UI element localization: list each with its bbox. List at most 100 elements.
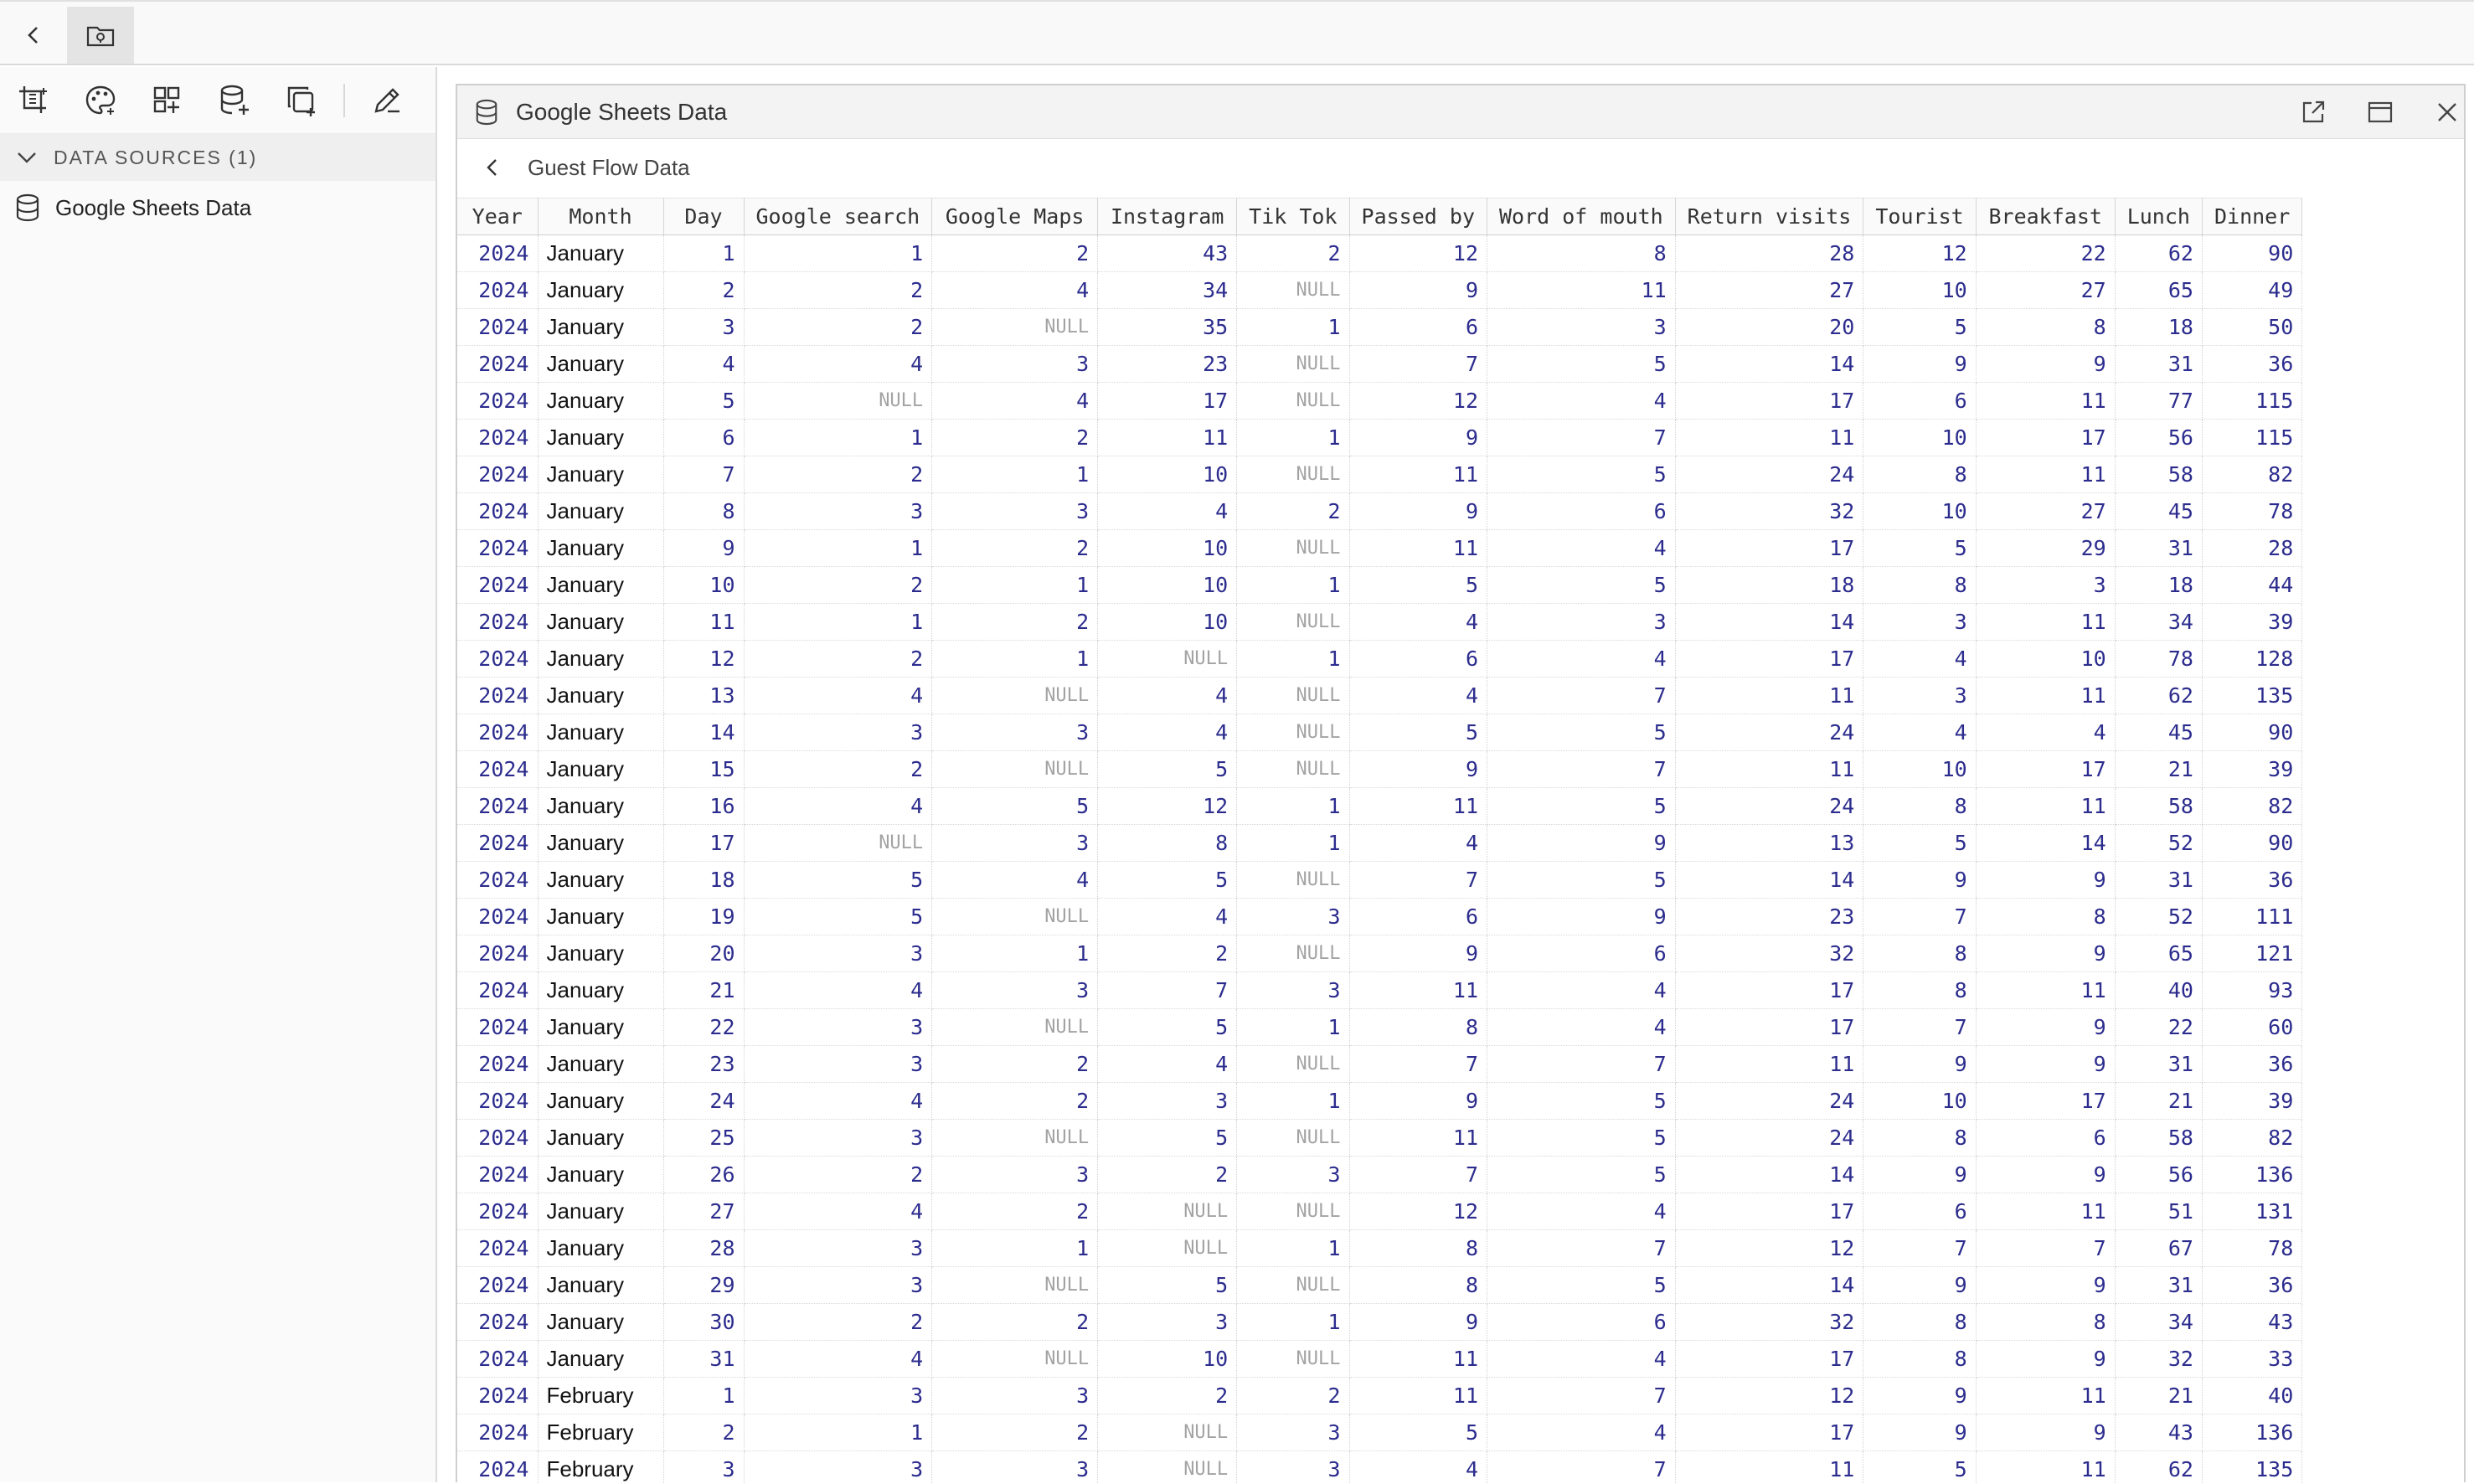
table-cell[interactable]: 31: [2115, 1267, 2202, 1304]
table-cell[interactable]: 5: [1487, 1157, 1676, 1193]
table-cell[interactable]: 115: [2202, 383, 2301, 420]
table-cell[interactable]: 2024: [457, 1267, 538, 1304]
table-cell[interactable]: 2024: [457, 1193, 538, 1230]
column-header[interactable]: Lunch: [2115, 198, 2202, 235]
column-header[interactable]: Month: [538, 198, 663, 235]
table-cell[interactable]: 1: [1237, 309, 1349, 346]
table-cell[interactable]: 1: [1237, 1230, 1349, 1267]
table-cell[interactable]: 10: [1863, 751, 1976, 788]
table-cell[interactable]: 11: [1976, 788, 2115, 825]
table-cell[interactable]: 9: [1976, 935, 2115, 972]
table-cell[interactable]: 40: [2202, 1378, 2301, 1414]
table-cell[interactable]: 82: [2202, 456, 2301, 493]
table-cell[interactable]: 2024: [457, 1414, 538, 1451]
table-cell[interactable]: 11: [1349, 788, 1487, 825]
table-cell[interactable]: 1: [932, 641, 1098, 678]
table-cell[interactable]: 7: [1487, 1046, 1676, 1083]
table-cell[interactable]: 2: [1237, 235, 1349, 272]
table-cell[interactable]: 2024: [457, 1120, 538, 1157]
table-cell[interactable]: 10: [1098, 604, 1237, 641]
table-cell[interactable]: 33: [2202, 1341, 2301, 1378]
table-cell[interactable]: NULL: [1237, 456, 1349, 493]
table-cell[interactable]: 3: [744, 493, 932, 530]
data-sources-section-header[interactable]: DATA SOURCES (1): [0, 134, 436, 181]
table-cell[interactable]: 8: [1349, 1267, 1487, 1304]
table-cell[interactable]: January: [538, 641, 663, 678]
table-cell[interactable]: 51: [2115, 1193, 2202, 1230]
table-cell[interactable]: 12: [1349, 1193, 1487, 1230]
table-cell[interactable]: NULL: [1237, 383, 1349, 420]
table-cell[interactable]: 4: [1487, 1009, 1676, 1046]
table-cell[interactable]: 14: [1976, 825, 2115, 862]
table-row[interactable]: 2024February333NULL3471151162135: [457, 1451, 2302, 1484]
table-cell[interactable]: 7: [1349, 1157, 1487, 1193]
table-cell[interactable]: 11: [1976, 678, 2115, 714]
table-cell[interactable]: NULL: [932, 309, 1098, 346]
table-cell[interactable]: 7: [1863, 899, 1976, 935]
table-cell[interactable]: January: [538, 346, 663, 383]
table-cell[interactable]: January: [538, 935, 663, 972]
table-cell[interactable]: January: [538, 604, 663, 641]
table-cell[interactable]: 2: [744, 456, 932, 493]
table-cell[interactable]: 8: [1976, 899, 2115, 935]
table-cell[interactable]: 5: [744, 899, 932, 935]
table-cell[interactable]: 4: [1098, 899, 1237, 935]
table-row[interactable]: 2024January14334NULL5524444590: [457, 714, 2302, 751]
table-cell[interactable]: 2: [932, 1304, 1098, 1341]
table-cell[interactable]: 10: [663, 567, 744, 604]
table-cell[interactable]: January: [538, 1341, 663, 1378]
table-cell[interactable]: 8: [1098, 825, 1237, 862]
add-widget-button[interactable]: [146, 79, 189, 122]
table-cell[interactable]: 5: [1863, 309, 1976, 346]
table-row[interactable]: 2024January17NULL38149135145290: [457, 825, 2302, 862]
table-cell[interactable]: January: [538, 235, 663, 272]
table-cell[interactable]: 18: [2115, 567, 2202, 604]
table-cell[interactable]: 32: [2115, 1341, 2202, 1378]
table-cell[interactable]: 27: [663, 1193, 744, 1230]
table-cell[interactable]: 1: [1237, 825, 1349, 862]
table-cell[interactable]: 3: [1237, 972, 1349, 1009]
table-cell[interactable]: NULL: [1237, 1267, 1349, 1304]
table-cell[interactable]: 3: [1487, 309, 1676, 346]
table-cell[interactable]: 58: [2115, 456, 2202, 493]
table-cell[interactable]: 9: [1487, 899, 1676, 935]
table-cell[interactable]: NULL: [932, 1120, 1098, 1157]
table-row[interactable]: 2024January1221NULL1641741078128: [457, 641, 2302, 678]
table-cell[interactable]: 1: [744, 420, 932, 456]
table-cell[interactable]: January: [538, 1230, 663, 1267]
table-cell[interactable]: 17: [1675, 972, 1863, 1009]
table-cell[interactable]: 3: [1237, 1414, 1349, 1451]
table-cell[interactable]: 3: [1098, 1083, 1237, 1120]
table-cell[interactable]: 31: [2115, 862, 2202, 899]
table-cell[interactable]: 5: [1487, 714, 1676, 751]
table-cell[interactable]: 1: [744, 530, 932, 567]
table-cell[interactable]: 135: [2202, 678, 2301, 714]
table-cell[interactable]: 18: [2115, 309, 2202, 346]
table-cell[interactable]: January: [538, 1009, 663, 1046]
table-cell[interactable]: 22: [1976, 235, 2115, 272]
table-cell[interactable]: 1: [1237, 788, 1349, 825]
edit-button[interactable]: [365, 79, 409, 122]
table-cell[interactable]: 11: [1976, 383, 2115, 420]
table-cell[interactable]: 39: [2202, 1083, 2301, 1120]
table-cell[interactable]: 10: [1098, 1341, 1237, 1378]
table-cell[interactable]: 5: [1487, 1083, 1676, 1120]
table-cell[interactable]: 3: [744, 1009, 932, 1046]
table-cell[interactable]: 56: [2115, 420, 2202, 456]
table-cell[interactable]: 1: [932, 567, 1098, 604]
table-cell[interactable]: 26: [663, 1157, 744, 1193]
table-cell[interactable]: 27: [1675, 272, 1863, 309]
table-row[interactable]: 2024January2831NULL18712776778: [457, 1230, 2302, 1267]
table-cell[interactable]: 31: [2115, 1046, 2202, 1083]
back-button[interactable]: [0, 7, 67, 64]
table-cell[interactable]: 11: [1349, 1341, 1487, 1378]
table-cell[interactable]: 6: [1349, 641, 1487, 678]
table-cell[interactable]: 6: [663, 420, 744, 456]
table-cell[interactable]: 3: [932, 825, 1098, 862]
table-cell[interactable]: 3: [932, 1157, 1098, 1193]
table-cell[interactable]: 3: [1237, 1157, 1349, 1193]
table-cell[interactable]: January: [538, 825, 663, 862]
table-cell[interactable]: 49: [2202, 272, 2301, 309]
table-cell[interactable]: NULL: [932, 751, 1098, 788]
table-cell[interactable]: 4: [744, 1083, 932, 1120]
